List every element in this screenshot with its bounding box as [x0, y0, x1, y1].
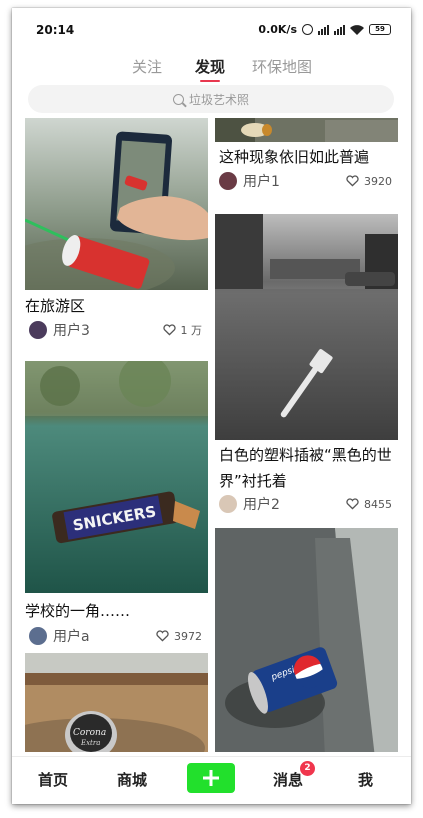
post-meta: 用户2 8455	[219, 493, 398, 515]
avatar	[219, 495, 237, 513]
search-bar[interactable]: 垃圾艺术照	[28, 85, 394, 113]
post-card[interactable]: SNICKERS 学校的一角…… 用户a 3972	[25, 361, 208, 651]
messages-badge: 2	[300, 761, 315, 776]
status-icons: 0.0K/s 59	[258, 23, 391, 36]
search-placeholder: 垃圾艺术照	[188, 92, 249, 107]
post-card[interactable]: 在旅游区 用户3 1 万	[25, 118, 208, 348]
post-card[interactable]: pepsi	[215, 528, 398, 752]
net-speed: 0.0K/s	[258, 23, 297, 36]
like-count: 3972	[174, 629, 202, 643]
post-image[interactable]	[215, 118, 398, 142]
phone-screen: 20:14 0.0K/s 59 关注 发现 环保地图 垃圾艺术照 在旅游区 用户…	[12, 8, 411, 804]
post-image[interactable]: SNICKERS	[25, 361, 208, 593]
like-count: 8455	[364, 497, 392, 511]
status-bar: 20:14 0.0K/s 59	[12, 8, 411, 42]
battery-icon: 59	[369, 24, 391, 35]
post-card[interactable]: 白色的塑料插被“黑色的世界”衬托着 用户2 8455	[215, 214, 398, 514]
status-time: 20:14	[36, 23, 75, 37]
post-card[interactable]: Corona Extra	[25, 653, 208, 752]
like-button[interactable]: 3972	[156, 630, 202, 643]
nav-me[interactable]: 我	[358, 769, 373, 790]
post-title: 学校的一角……	[25, 602, 131, 620]
post-meta: 用户3 1 万	[29, 319, 208, 341]
post-username[interactable]: 用户1	[243, 171, 280, 191]
tab-eco-map[interactable]: 环保地图	[252, 56, 312, 77]
nav-home[interactable]: 首页	[38, 769, 68, 790]
heart-icon	[346, 498, 359, 510]
like-button[interactable]: 1 万	[162, 322, 203, 338]
svg-text:Corona: Corona	[73, 728, 106, 738]
post-image[interactable]: Corona Extra	[25, 653, 208, 752]
avatar	[29, 627, 47, 645]
svg-text:Extra: Extra	[80, 739, 100, 747]
post-username[interactable]: 用户2	[243, 494, 280, 514]
post-meta: 用户1 3920	[219, 170, 398, 192]
nav-mall[interactable]: 商城	[117, 769, 147, 790]
like-count: 1 万	[180, 324, 203, 337]
post-image[interactable]: pepsi	[215, 528, 398, 752]
post-title: 白色的塑料插被“黑色的世界”衬托着	[219, 446, 392, 490]
post-title: 在旅游区	[25, 297, 86, 315]
signal-icon	[334, 24, 345, 35]
post-card[interactable]: 这种现象依旧如此普遍 用户1 3920	[215, 118, 398, 198]
post-image[interactable]	[215, 214, 398, 440]
avatar	[219, 172, 237, 190]
like-count: 3920	[364, 174, 392, 188]
heart-icon	[156, 630, 169, 642]
like-button[interactable]: 8455	[346, 498, 392, 511]
tab-follow[interactable]: 关注	[132, 56, 162, 77]
post-image[interactable]	[25, 118, 208, 290]
post-username[interactable]: 用户a	[53, 626, 90, 646]
tab-discover[interactable]: 发现	[195, 56, 225, 82]
post-meta: 用户a 3972	[29, 625, 208, 647]
like-button[interactable]: 3920	[346, 175, 392, 188]
bottom-nav: 首页 商城 消息 2 我	[12, 756, 411, 804]
heart-icon	[162, 324, 176, 336]
post-title: 这种现象依旧如此普遍	[219, 148, 370, 166]
heart-icon	[346, 175, 359, 187]
avatar	[29, 321, 47, 339]
add-post-button[interactable]	[187, 763, 235, 793]
hd-signal-icon	[318, 24, 329, 35]
search-icon	[172, 93, 184, 105]
discover-feed[interactable]: 在旅游区 用户3 1 万 SNICKERS 学校的一角…… 用户a 3972 C…	[12, 118, 411, 752]
wifi-icon	[350, 24, 364, 35]
post-username[interactable]: 用户3	[53, 320, 90, 340]
nav-messages[interactable]: 消息	[273, 769, 303, 790]
top-tabs: 关注 发现 环保地图	[12, 56, 411, 82]
alarm-icon	[302, 24, 313, 35]
